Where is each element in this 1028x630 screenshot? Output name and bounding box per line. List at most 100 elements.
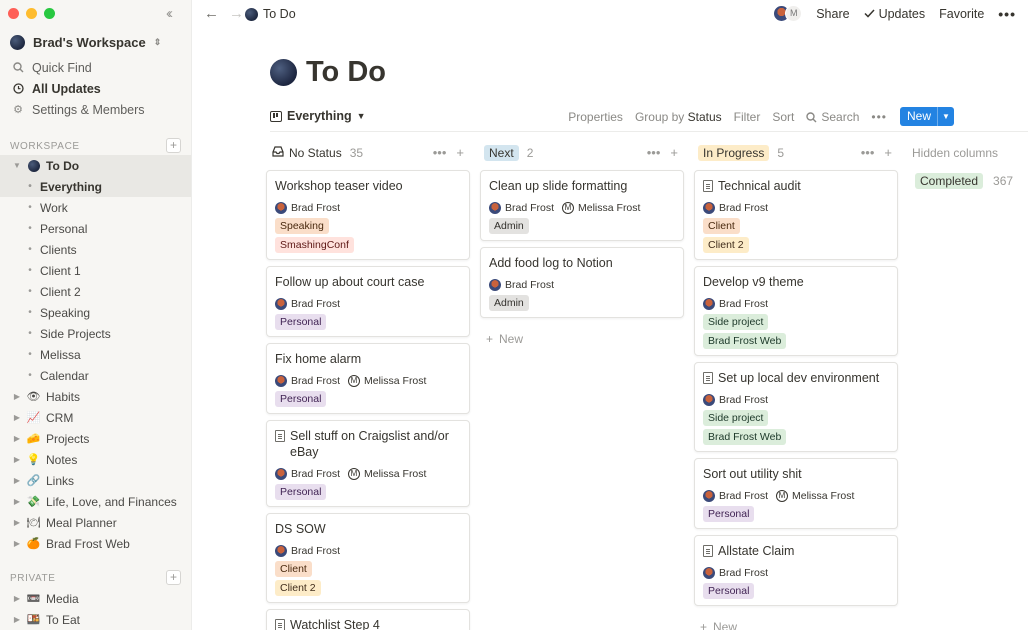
- more-options-icon[interactable]: •••: [871, 110, 887, 124]
- avatar: M: [348, 374, 361, 387]
- column-add-icon[interactable]: +: [456, 145, 464, 160]
- close-window-button[interactable]: [8, 8, 19, 19]
- collaborator-avatars[interactable]: M: [773, 5, 803, 22]
- sidebar-item-work[interactable]: • Work: [0, 197, 191, 218]
- more-options-icon[interactable]: •••: [998, 6, 1016, 22]
- add-card-button[interactable]: + New: [694, 612, 898, 630]
- forward-arrow-icon[interactable]: →: [229, 5, 244, 22]
- sidebar-item-clients[interactable]: • Clients: [0, 239, 191, 260]
- sidebar-item-projects[interactable]: ▶ 🧀 Projects: [0, 428, 191, 449]
- task-card[interactable]: Develop v9 theme Brad Frost Side project Br…: [694, 266, 898, 356]
- sidebar-item-client-2[interactable]: • Client 2: [0, 281, 191, 302]
- minimize-window-button[interactable]: [26, 8, 37, 19]
- task-card[interactable]: Follow up about court case Brad Frost Pers…: [266, 266, 470, 337]
- sidebar-item-melissa[interactable]: • Melissa: [0, 344, 191, 365]
- back-arrow-icon[interactable]: ←: [204, 5, 219, 22]
- sidebar-item-meal-planner[interactable]: ▶ 🍽 Meal Planner: [0, 512, 191, 533]
- sidebar-item-links[interactable]: ▶ 🔗 Links: [0, 470, 191, 491]
- task-card[interactable]: DS SOW Brad Frost Client Client 2: [266, 513, 470, 603]
- expanded-arrow-icon[interactable]: ▼: [10, 161, 24, 170]
- favorite-button[interactable]: Favorite: [939, 7, 984, 21]
- collapsed-arrow-icon[interactable]: ▶: [10, 434, 24, 443]
- share-button[interactable]: Share: [816, 7, 849, 21]
- hidden-column-completed[interactable]: Completed 367: [915, 173, 1013, 189]
- task-card[interactable]: Set up local dev environment Brad Frost Si…: [694, 362, 898, 452]
- add-card-button[interactable]: + New: [480, 324, 684, 354]
- quick-find-link[interactable]: Quick Find: [0, 57, 191, 78]
- column-add-icon[interactable]: +: [884, 145, 892, 160]
- column-more-icon[interactable]: •••: [433, 145, 447, 160]
- task-card[interactable]: Sell stuff on Craigslist and/or eBay Brad…: [266, 420, 470, 507]
- card-title: Develop v9 theme: [703, 275, 804, 289]
- collapsed-arrow-icon[interactable]: ▶: [10, 497, 24, 506]
- sidebar-item-speaking[interactable]: • Speaking: [0, 302, 191, 323]
- column-more-icon[interactable]: •••: [647, 145, 661, 160]
- sidebar-item-client-1[interactable]: • Client 1: [0, 260, 191, 281]
- updates-button[interactable]: Updates: [864, 7, 925, 21]
- sidebar-item-personal[interactable]: • Personal: [0, 218, 191, 239]
- settings-members-link[interactable]: ⚙ Settings & Members: [0, 99, 191, 120]
- search-button[interactable]: Search: [806, 110, 859, 124]
- task-card[interactable]: Sort out utility shit Brad Frost M Melissa …: [694, 458, 898, 529]
- column-add-icon[interactable]: +: [670, 145, 678, 160]
- collapsed-arrow-icon[interactable]: ▶: [10, 539, 24, 548]
- view-toolbar: Everything ▼ Properties Group by Status …: [270, 105, 1028, 132]
- task-card[interactable]: Add food log to Notion Brad Frost Admin: [480, 247, 684, 318]
- sidebar-item-notes[interactable]: ▶ 💡 Notes: [0, 449, 191, 470]
- collapsed-arrow-icon[interactable]: ▶: [10, 518, 24, 527]
- collapsed-arrow-icon[interactable]: ▶: [10, 476, 24, 485]
- workspace-switcher[interactable]: Brad's Workspace ⇕: [10, 35, 161, 50]
- card-tags: Client Client 2: [703, 218, 889, 253]
- new-button[interactable]: New ▼: [900, 107, 954, 126]
- sidebar-item-habits[interactable]: ▶ 👁 Habits: [0, 386, 191, 407]
- collapsed-arrow-icon[interactable]: ▶: [10, 413, 24, 422]
- sidebar-item-media[interactable]: ▶ 📼 Media: [0, 588, 191, 609]
- collapsed-arrow-icon[interactable]: ▶: [10, 594, 24, 603]
- sidebar-item-to-do[interactable]: ▼ To Do: [0, 155, 191, 176]
- sidebar-item-crm[interactable]: ▶ 📈 CRM: [0, 407, 191, 428]
- sidebar-item-brad-frost-web[interactable]: ▶ 🍊 Brad Frost Web: [0, 533, 191, 554]
- collapsed-arrow-icon[interactable]: ▶: [10, 615, 24, 624]
- inbox-icon: [272, 146, 284, 160]
- sidebar-item-side-projects[interactable]: • Side Projects: [0, 323, 191, 344]
- page-title[interactable]: To Do: [306, 56, 386, 89]
- assignee-name: Brad Frost: [291, 374, 341, 387]
- workspace-icon: [10, 35, 25, 50]
- filter-button[interactable]: Filter: [734, 110, 761, 124]
- properties-button[interactable]: Properties: [568, 110, 623, 124]
- add-workspace-page-button[interactable]: +: [166, 138, 181, 153]
- collapsed-arrow-icon[interactable]: ▶: [10, 392, 24, 401]
- card-title-row: DS SOW: [275, 521, 461, 537]
- breadcrumb[interactable]: To Do: [245, 7, 296, 21]
- task-card[interactable]: Watchlist Step 4: [266, 609, 470, 630]
- sidebar-item-life-love-finances[interactable]: ▶ 💸 Life, Love, and Finances: [0, 491, 191, 512]
- all-updates-link[interactable]: All Updates: [0, 78, 191, 99]
- card-tags: Personal: [703, 583, 889, 599]
- task-card[interactable]: Technical audit Brad Frost Client Client 2: [694, 170, 898, 260]
- sidebar-item-everything[interactable]: • Everything: [0, 176, 191, 197]
- column-more-icon[interactable]: •••: [861, 145, 875, 160]
- card-title-row: Watchlist Step 4: [275, 617, 461, 630]
- tag-badge: Side project: [703, 410, 769, 426]
- column-count: 5: [777, 146, 785, 160]
- maximize-window-button[interactable]: [44, 8, 55, 19]
- add-private-page-button[interactable]: +: [166, 570, 181, 585]
- collapsed-arrow-icon[interactable]: ▶: [10, 455, 24, 464]
- chevron-down-icon[interactable]: ▼: [938, 112, 954, 121]
- task-card[interactable]: Clean up slide formatting Brad Frost M Meli…: [480, 170, 684, 241]
- sidebar-item-to-eat[interactable]: ▶ 🍱 To Eat: [0, 609, 191, 630]
- group-by-button[interactable]: Group by Status: [635, 110, 722, 124]
- check-icon: [864, 9, 875, 18]
- view-switcher[interactable]: Everything ▼: [270, 109, 366, 123]
- card-title-row: Fix home alarm: [275, 351, 461, 367]
- collapse-sidebar-icon[interactable]: ‹‹: [166, 5, 173, 22]
- sidebar-item-calendar[interactable]: • Calendar: [0, 365, 191, 386]
- page-icon[interactable]: [270, 59, 297, 86]
- card-assignees: Brad Frost: [275, 295, 461, 312]
- task-card[interactable]: Allstate Claim Brad Frost Personal: [694, 535, 898, 606]
- sort-button[interactable]: Sort: [772, 110, 794, 124]
- card-title-row: Follow up about court case: [275, 274, 461, 290]
- task-card[interactable]: Fix home alarm Brad Frost M Melissa Frost Pe…: [266, 343, 470, 414]
- column-title: In Progress: [703, 146, 765, 160]
- task-card[interactable]: Workshop teaser video Brad Frost Speaking S…: [266, 170, 470, 260]
